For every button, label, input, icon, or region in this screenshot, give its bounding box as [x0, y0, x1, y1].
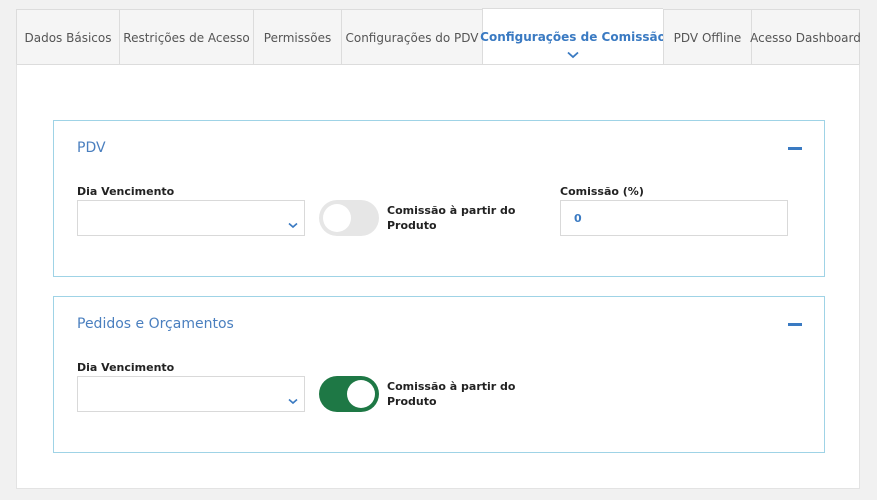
comissao-percent-label: Comissão (%)	[560, 185, 644, 198]
section-title: Pedidos e Orçamentos	[77, 316, 234, 332]
comissao-produto-toggle[interactable]	[319, 200, 379, 236]
dia-vencimento-label: Dia Vencimento	[77, 185, 175, 198]
chevron-down-icon	[288, 390, 298, 409]
pedidos-orcamentos-section: Pedidos e Orçamentos Dia Vencimento Comi…	[53, 296, 825, 453]
tab-content-panel: PDV Dia Vencimento Comissão à partir do …	[16, 64, 860, 489]
tab-pdv-offline[interactable]: PDV Offline	[663, 9, 751, 66]
toggle-knob	[347, 380, 375, 408]
tab-label: Configurações de Comissão	[480, 30, 666, 44]
chevron-down-icon	[288, 214, 298, 233]
comissao-produto-toggle[interactable]	[319, 376, 379, 412]
tab-acesso-dashboard[interactable]: Acesso Dashboard	[750, 9, 861, 66]
section-title: PDV	[77, 140, 106, 156]
pdv-section: PDV Dia Vencimento Comissão à partir do …	[53, 120, 825, 277]
toggle-knob	[323, 204, 351, 232]
tab-label: Configurações do PDV	[345, 30, 479, 45]
tab-configuracoes-do-pdv[interactable]: Configurações do PDV	[341, 9, 482, 66]
tab-label: Permissões	[263, 30, 332, 45]
tab-restricoes-de-acesso[interactable]: Restrições de Acesso	[119, 9, 253, 66]
tab-label: Acesso Dashboard	[750, 30, 861, 45]
tab-bar: Dados Básicos Restrições de Acesso Permi…	[16, 8, 861, 66]
comissao-produto-label: Comissão à partir do Produto	[387, 380, 516, 408]
minus-icon[interactable]	[788, 147, 802, 150]
tab-label: Dados Básicos	[24, 30, 112, 45]
comissao-percent-input[interactable]	[560, 200, 788, 236]
minus-icon[interactable]	[788, 323, 802, 326]
tab-configuracoes-de-comissao[interactable]: Configurações de Comissão	[480, 8, 666, 66]
dia-vencimento-select[interactable]	[77, 200, 305, 236]
comissao-produto-label: Comissão à partir do Produto	[387, 204, 516, 232]
dia-vencimento-label: Dia Vencimento	[77, 361, 175, 374]
tab-label: PDV Offline	[673, 30, 742, 45]
dia-vencimento-select[interactable]	[77, 376, 305, 412]
chevron-down-icon	[567, 48, 579, 62]
tab-permissoes[interactable]: Permissões	[253, 9, 341, 66]
tab-label: Restrições de Acesso	[123, 30, 250, 45]
tab-dados-basicos[interactable]: Dados Básicos	[16, 9, 119, 66]
